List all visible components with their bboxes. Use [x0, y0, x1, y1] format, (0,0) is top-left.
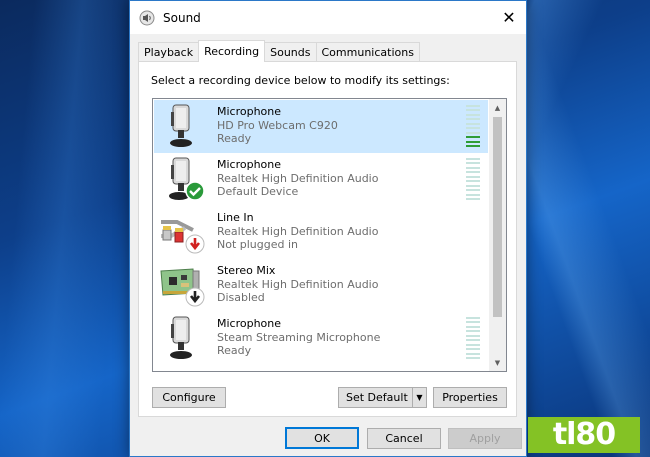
tab-communications[interactable]: Communications [315, 42, 420, 62]
meter-segment [466, 321, 480, 324]
meter-segment [466, 189, 480, 192]
green-check-badge-icon [185, 181, 205, 201]
meter-segment [466, 162, 480, 165]
cancel-button[interactable]: Cancel [367, 428, 441, 449]
device-row[interactable]: Microphone Realtek High Definition Audio… [154, 153, 488, 206]
meter-segment [466, 180, 480, 183]
meter-segment [466, 330, 480, 333]
speaker-icon [139, 10, 155, 25]
device-description: Realtek High Definition Audio [217, 172, 379, 185]
device-row[interactable]: Stereo Mix Realtek High Definition Audio… [154, 259, 488, 312]
instruction-text: Select a recording device below to modif… [151, 74, 450, 87]
device-name: Microphone [217, 158, 282, 171]
configure-button[interactable]: Configure [152, 387, 226, 408]
meter-segment [466, 113, 480, 116]
sound-dialog: Sound ✕ Playback Recording Sounds Commun… [129, 0, 527, 457]
vertical-scrollbar[interactable]: ▲ ▼ [489, 99, 506, 371]
ok-button[interactable]: OK [285, 427, 359, 449]
device-name: Stereo Mix [217, 264, 276, 277]
device-status: Default Device [217, 185, 299, 198]
title-bar: Sound ✕ [130, 1, 526, 34]
device-description: Realtek High Definition Audio [217, 278, 379, 291]
device-name: Line In [217, 211, 254, 224]
meter-segment [466, 122, 480, 125]
scroll-up-arrow-icon[interactable]: ▲ [489, 99, 506, 116]
window-title: Sound [163, 10, 201, 25]
scroll-thumb[interactable] [493, 117, 502, 317]
device-status: Ready [217, 132, 252, 145]
meter-segment [466, 348, 480, 351]
red-down-arrow-badge-icon [185, 234, 205, 254]
microphone-icon [170, 104, 192, 147]
level-meter [466, 158, 480, 200]
meter-segment [466, 158, 480, 160]
device-description: HD Pro Webcam C920 [217, 119, 338, 132]
meter-segment [466, 166, 480, 169]
close-button[interactable]: ✕ [492, 1, 526, 34]
device-description: Realtek High Definition Audio [217, 225, 379, 238]
black-down-arrow-badge-icon [185, 287, 205, 307]
device-list: Microphone HD Pro Webcam C920 Ready Micr… [152, 98, 507, 372]
device-name: Microphone [217, 317, 282, 330]
meter-segment [466, 317, 480, 319]
tab-sounds[interactable]: Sounds [264, 42, 317, 62]
level-meter [466, 105, 480, 147]
meter-segment [466, 171, 480, 174]
meter-segment [466, 127, 480, 130]
set-default-label: Set Default [346, 391, 408, 404]
device-row[interactable]: Line In Realtek High Definition Audio No… [154, 206, 488, 259]
meter-segment [466, 352, 480, 355]
tab-playback[interactable]: Playback [138, 42, 200, 62]
device-row[interactable]: Microphone Steam Streaming Microphone Re… [154, 312, 488, 365]
tab-recording[interactable]: Recording [198, 40, 266, 62]
watermark-logo: tl80 [528, 417, 640, 453]
level-meter [466, 317, 480, 359]
recording-panel: Select a recording device below to modif… [138, 61, 517, 417]
meter-segment [466, 184, 480, 187]
meter-segment [466, 343, 480, 346]
microphone-icon [170, 316, 192, 359]
properties-button[interactable]: Properties [433, 387, 507, 408]
scroll-down-arrow-icon[interactable]: ▼ [489, 354, 506, 371]
device-name: Microphone [217, 105, 282, 118]
meter-segment [466, 131, 480, 134]
meter-segment [466, 109, 480, 112]
meter-segment [466, 105, 480, 107]
meter-segment [466, 325, 480, 328]
meter-segment [466, 136, 480, 139]
meter-segment [466, 334, 480, 337]
meter-segment [466, 339, 480, 342]
device-status: Ready [217, 344, 252, 357]
device-status: Disabled [217, 291, 265, 304]
set-default-button[interactable]: Set Default ▼ [338, 387, 427, 408]
meter-segment [466, 175, 480, 178]
device-description: Steam Streaming Microphone [217, 331, 381, 344]
device-row[interactable]: Microphone HD Pro Webcam C920 Ready [154, 100, 488, 153]
meter-segment [466, 193, 480, 196]
device-status: Not plugged in [217, 238, 299, 251]
tab-strip: Playback Recording Sounds Communications [138, 40, 420, 62]
chevron-down-icon[interactable]: ▼ [412, 388, 426, 407]
apply-button[interactable]: Apply [448, 428, 522, 449]
meter-segment [466, 356, 480, 359]
meter-segment [466, 118, 480, 121]
meter-segment [466, 140, 480, 143]
meter-segment [466, 197, 480, 200]
meter-segment [466, 144, 480, 147]
